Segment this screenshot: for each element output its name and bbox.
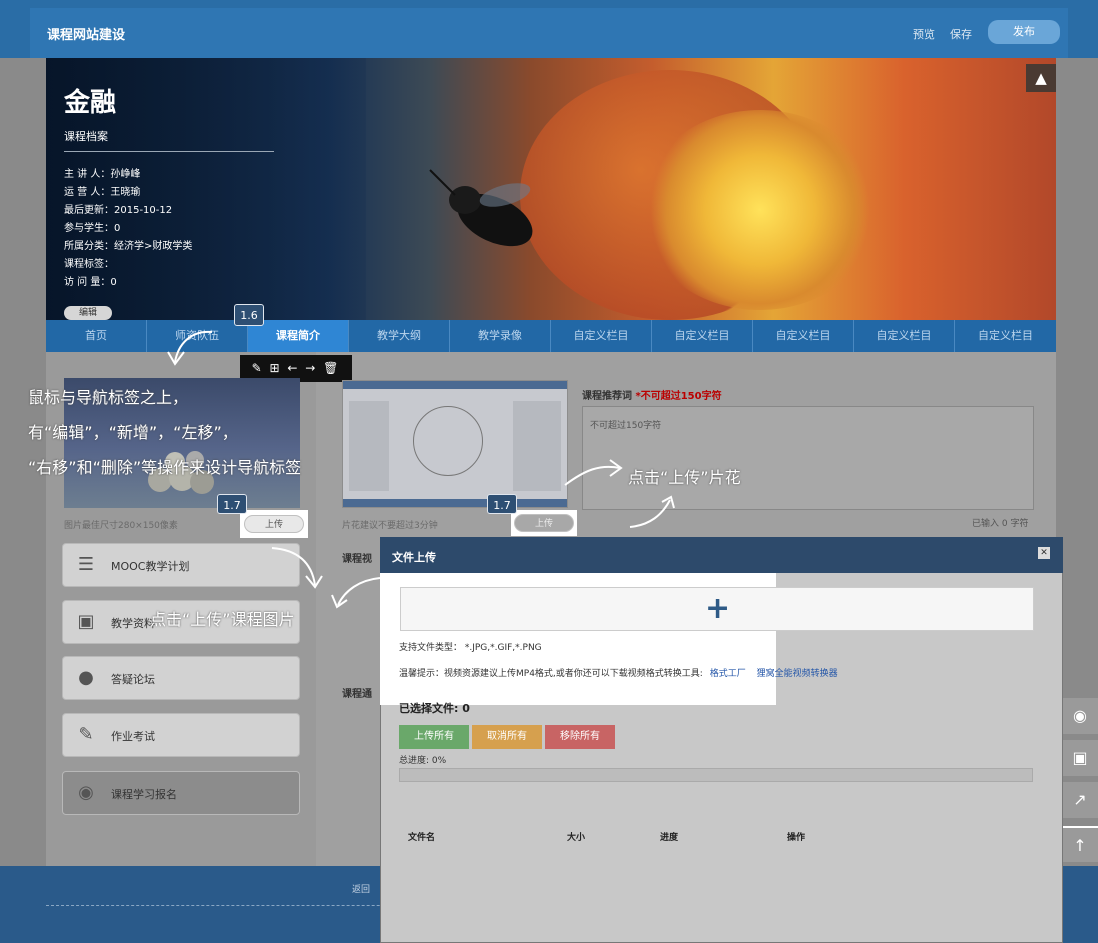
annotation-arrows <box>167 330 675 609</box>
